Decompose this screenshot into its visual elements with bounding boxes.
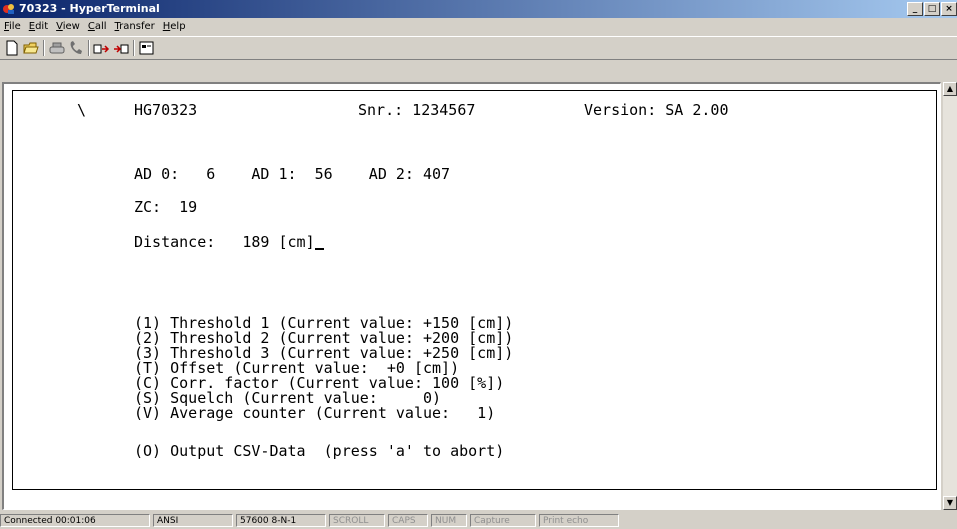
menu-transfer[interactable]: Transfer — [111, 19, 159, 35]
menu-call[interactable]: Call — [84, 19, 111, 35]
send-icon[interactable] — [93, 39, 111, 57]
menu-help[interactable]: Help — [159, 19, 190, 35]
ad-values: AD 0: 6 AD 1: 56 AD 2: 407 — [134, 165, 451, 183]
status-connected: Connected 00:01:06 — [0, 514, 150, 527]
serial-number: Snr.: 1234567 — [358, 101, 476, 119]
hyperterminal-icon — [3, 4, 14, 14]
title-bar: 70323 - HyperTerminal _ □ × — [0, 0, 957, 18]
scroll-up-button[interactable]: ▲ — [943, 82, 957, 96]
status-capture: Capture — [470, 514, 536, 527]
menu-bar: File Edit View Call Transfer Help — [0, 19, 957, 35]
maximize-button[interactable]: □ — [924, 2, 940, 16]
receive-icon[interactable] — [112, 39, 130, 57]
distance-value: Distance: 189 [cm] — [134, 233, 315, 251]
menu-option-average-counter: (V) Average counter (Current value: 1) — [134, 404, 496, 422]
menu-option-output-csv: (O) Output CSV-Data (press 'a' to abort) — [134, 442, 505, 460]
minimize-button[interactable]: _ — [907, 2, 923, 16]
toolbar — [0, 36, 957, 60]
vertical-scrollbar[interactable]: ▲ ▼ — [943, 82, 957, 510]
zc-value: ZC: 19 — [134, 198, 198, 216]
activity-spinner: \ — [77, 101, 87, 119]
menu-view[interactable]: View — [52, 19, 84, 35]
open-icon[interactable] — [22, 39, 40, 57]
scroll-down-button[interactable]: ▼ — [943, 496, 957, 510]
status-print-echo: Print echo — [539, 514, 619, 527]
new-icon[interactable] — [3, 39, 21, 57]
status-num: NUM — [431, 514, 467, 527]
status-caps: CAPS — [388, 514, 428, 527]
terminal-frame: \ HG70323 Snr.: 1234567 Version: SA 2.00… — [2, 82, 941, 510]
menu-edit[interactable]: Edit — [25, 19, 52, 35]
dial-icon[interactable] — [67, 39, 85, 57]
device-name: HG70323 — [134, 101, 198, 119]
text-cursor — [314, 235, 324, 250]
status-port-settings: 57600 8-N-1 — [236, 514, 326, 527]
distance-line: Distance: 189 [cm] — [134, 235, 324, 250]
status-scroll: SCROLL — [329, 514, 385, 527]
terminal-screen[interactable]: \ HG70323 Snr.: 1234567 Version: SA 2.00… — [12, 90, 937, 490]
status-bar: Connected 00:01:06 ANSI 57600 8-N-1 SCRO… — [0, 513, 957, 529]
status-emulation: ANSI — [153, 514, 233, 527]
firmware-version: Version: SA 2.00 — [584, 101, 729, 119]
close-button[interactable]: × — [941, 2, 957, 16]
window-title: 70323 - HyperTerminal — [19, 2, 160, 15]
menu-file[interactable]: File — [0, 19, 25, 35]
disconnect-icon[interactable] — [48, 39, 66, 57]
properties-icon[interactable] — [138, 39, 156, 57]
